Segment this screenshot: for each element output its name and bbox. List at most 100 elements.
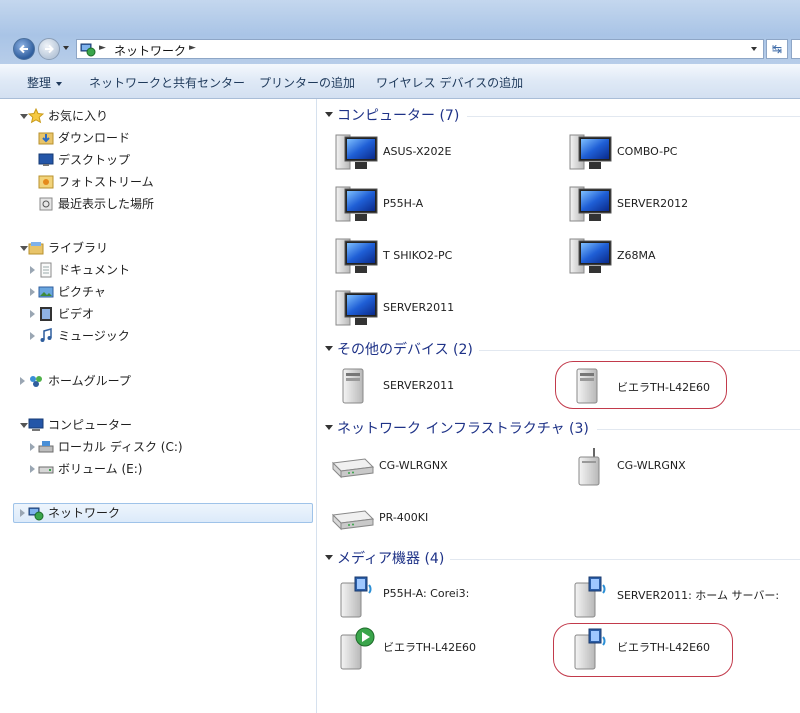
device-router[interactable]: PR-400KI — [331, 499, 561, 539]
device-computer[interactable]: P55H-A — [335, 185, 565, 225]
music-icon — [40, 328, 52, 342]
breadcrumb-separator[interactable]: ► — [189, 43, 196, 53]
collapse-icon[interactable] — [20, 114, 28, 119]
search-box[interactable] — [791, 39, 800, 59]
star-icon — [28, 108, 44, 124]
pc-monitor-icon — [569, 186, 612, 222]
picture-icon — [38, 286, 54, 298]
device-computer[interactable]: T SHIKO2-PC — [335, 237, 565, 277]
expand-icon[interactable] — [30, 465, 35, 473]
tree-local-disk[interactable]: ローカル ディスク (C:) — [0, 437, 300, 457]
expand-icon[interactable] — [20, 509, 25, 517]
device-computer[interactable]: SERVER2011 — [335, 289, 565, 329]
collapse-icon[interactable] — [325, 425, 333, 430]
collapse-icon[interactable] — [325, 555, 333, 560]
library-icon — [28, 242, 44, 255]
device-computer[interactable]: ASUS-X202E — [335, 133, 565, 173]
media-server-icon — [574, 576, 606, 618]
tree-label: ローカル ディスク (C:) — [58, 440, 183, 454]
tree-desktop[interactable]: デスクトップ — [0, 150, 300, 170]
tree-computer[interactable]: コンピューター — [0, 415, 300, 435]
collapse-icon[interactable] — [20, 246, 28, 251]
add-wireless-device-button[interactable]: ワイヤレス デバイスの追加 — [376, 74, 523, 91]
device-name: T SHIKO2-PC — [383, 249, 453, 262]
expand-icon[interactable] — [30, 332, 35, 340]
tree-downloads[interactable]: ダウンロード — [0, 128, 300, 148]
downloads-folder-icon — [38, 132, 54, 145]
tree-recent-places[interactable]: 最近表示した場所 — [0, 194, 300, 214]
expand-icon[interactable] — [20, 377, 25, 385]
back-button[interactable] — [13, 38, 35, 60]
recent-pages-dropdown[interactable] — [63, 46, 69, 50]
device-media[interactable]: P55H-A: Corei3: — [335, 575, 565, 618]
group-divider — [479, 350, 800, 351]
refresh-icon: ↹ — [771, 42, 783, 56]
device-computer[interactable]: COMBO-PC — [569, 133, 799, 173]
tree-label: 最近表示した場所 — [58, 197, 155, 211]
tree-volume[interactable]: ボリューム (E:) — [0, 459, 300, 479]
tree-videos[interactable]: ビデオ — [0, 304, 300, 324]
device-name: CG-WLRGNX — [379, 459, 448, 472]
arrow-right-icon — [45, 44, 54, 54]
device-name: P55H-A — [383, 197, 424, 210]
title-bar: ► ネットワーク ► ↹ — [0, 0, 800, 64]
breadcrumb-network[interactable]: ネットワーク — [114, 42, 186, 59]
device-computer[interactable]: SERVER2012 — [569, 185, 799, 225]
photostream-icon — [38, 175, 54, 189]
group-title: その他のデバイス (2) — [337, 342, 473, 358]
device-name: P55H-A: Corei3: — [383, 587, 470, 600]
refresh-button[interactable]: ↹ — [766, 39, 788, 59]
drive-icon — [38, 441, 54, 453]
collapse-icon[interactable] — [325, 112, 333, 117]
pc-monitor-icon — [569, 134, 612, 170]
device-access-point[interactable]: CG-WLRGNX — [569, 447, 799, 487]
expand-icon[interactable] — [30, 266, 35, 274]
device-name: SERVER2012 — [617, 197, 689, 210]
wireless-router-icon — [578, 448, 600, 486]
device-name: Z68MA — [617, 249, 656, 262]
navigation-pane: お気に入り ダウンロード デスクトップ フォトストリーム 最近表示した場所 ライ… — [0, 99, 317, 713]
pc-monitor-icon — [335, 238, 378, 274]
device-computer[interactable]: Z68MA — [569, 237, 799, 277]
device-other[interactable]: SERVER2011 — [335, 367, 565, 407]
tree-label: ドキュメント — [58, 263, 131, 277]
expand-icon[interactable] — [30, 288, 35, 296]
highlight-ring — [553, 623, 733, 677]
tree-label: お気に入り — [48, 109, 109, 123]
document-icon — [40, 262, 52, 278]
address-dropdown[interactable] — [751, 47, 757, 51]
tree-label: デスクトップ — [58, 153, 131, 167]
highlight-ring — [555, 361, 727, 409]
group-divider — [597, 429, 800, 430]
device-media[interactable]: ビエラTH-L42E60 — [335, 627, 565, 670]
add-printer-button[interactable]: プリンターの追加 — [259, 74, 355, 91]
video-icon — [40, 307, 52, 321]
collapse-icon[interactable] — [325, 346, 333, 351]
tree-pictures[interactable]: ピクチャ — [0, 282, 300, 302]
expand-icon[interactable] — [30, 310, 35, 318]
tree-label: ダウンロード — [58, 131, 131, 145]
tree-network[interactable]: ネットワーク — [0, 503, 300, 523]
address-bar[interactable]: ► ネットワーク ► — [76, 39, 764, 59]
device-media[interactable]: SERVER2011: ホーム サーバー: — [569, 575, 799, 618]
collapse-icon[interactable] — [20, 423, 28, 428]
tree-photostream[interactable]: フォトストリーム — [0, 172, 300, 192]
tree-homegroup[interactable]: ホームグループ — [0, 371, 300, 391]
media-server-icon — [340, 576, 372, 618]
forward-button[interactable] — [38, 38, 60, 60]
breadcrumb-separator[interactable]: ► — [99, 43, 106, 53]
network-center-button[interactable]: ネットワークと共有センター — [89, 74, 245, 91]
network-icon — [80, 43, 96, 57]
arrow-left-icon — [19, 44, 28, 54]
tree-libraries[interactable]: ライブラリ — [0, 238, 300, 258]
device-name: ビエラTH-L42E60 — [383, 641, 477, 654]
tree-favorites[interactable]: お気に入り — [0, 106, 300, 126]
tree-documents[interactable]: ドキュメント — [0, 260, 300, 280]
pc-monitor-icon — [335, 186, 378, 222]
tree-music[interactable]: ミュージック — [0, 326, 300, 346]
device-name: PR-400KI — [379, 511, 429, 524]
organize-button[interactable]: 整理 — [27, 74, 63, 91]
expand-icon[interactable] — [30, 443, 35, 451]
device-name: SERVER2011: ホーム サーバー: — [617, 589, 780, 602]
device-router[interactable]: CG-WLRGNX — [331, 447, 561, 487]
